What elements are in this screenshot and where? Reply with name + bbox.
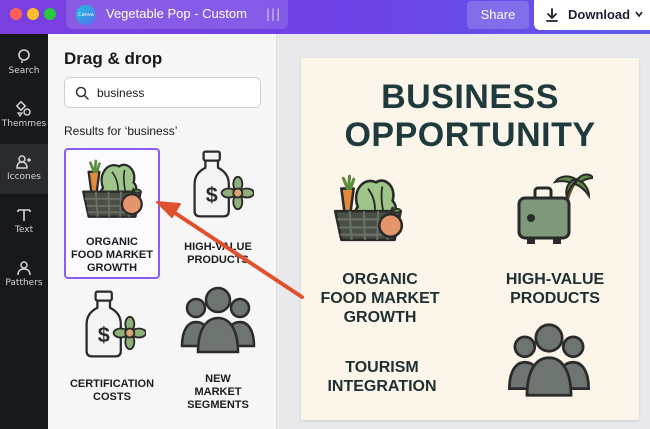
suitcase-palm-icon[interactable] [513,170,593,250]
app-logo-icon: Canva [76,5,96,25]
search-field[interactable] [64,77,261,108]
icons-icon [16,155,31,169]
card-label-line: GROWTH [86,262,138,274]
rail-label-text: Text [14,225,34,235]
rail-label-themes: Themmes [1,119,47,129]
download-button[interactable]: Download [534,0,650,30]
slide-label-line: TOURISM [345,359,419,376]
card-label-line: FOOD MARKET [71,249,153,261]
slide-label-organic[interactable]: ORGANIC FOOD MARKET GROWTH [305,270,455,327]
text-icon [17,209,31,221]
slide-label-tourism[interactable]: TOURISM INTEGRATION [315,358,449,396]
document-title[interactable]: Vegetable Pop - Custom [106,6,247,21]
card-label: NEW MARKET SEGMENTS [170,373,266,412]
rail-label-patterns: Patthers [5,278,43,288]
money-bottle-icon [74,288,146,360]
card-label-line: SEGMENTS [187,399,249,411]
slide-label-line: HIGH-VALUE [505,271,605,288]
canva-editor: Canva Vegetable Pop - Custom ||| Share D… [0,0,650,429]
rail-item-themes[interactable]: Themmes [0,91,48,141]
document-tab[interactable]: Canva Vegetable Pop - Custom ||| [66,0,288,29]
download-label: Download [568,7,631,22]
chevron-down-icon[interactable] [634,9,644,19]
slide-label-line: PRODUCTS [510,290,600,307]
results-label: Results for ‘business’ [64,124,178,138]
slide-label-line: ORGANIC [342,271,418,288]
rail-item-search[interactable]: Search [0,38,48,88]
slide-label-line: FOOD MARKET [320,290,440,307]
vegetable-basket-icon [76,152,148,224]
slide-title-line-2[interactable]: OPPORTUNITY [301,116,639,154]
share-button[interactable]: Share [467,1,529,29]
search-icon [18,49,30,63]
money-bottle-icon [182,148,254,220]
themes-icon [16,101,31,117]
rail-label-search: Search [8,66,40,76]
window-minimize-button[interactable] [27,8,39,20]
window-close-button[interactable] [10,8,22,20]
result-card-organic-food-market-growth[interactable]: ORGANIC FOOD MARKET GROWTH [64,148,160,279]
rail-label-icons: Iccones [7,172,41,182]
slide-title-line-1[interactable]: BUSINESS [301,78,639,116]
card-label-line: PRODUCTS [187,254,249,266]
card-label-line: MARKET [194,386,242,398]
result-card-certification-costs[interactable]: CERTIFICATION COSTS [64,286,160,417]
card-label: CERTIFICATION COSTS [64,378,160,404]
vegetable-basket-icon[interactable] [327,166,409,248]
grip-icon[interactable]: ||| [266,7,281,21]
card-label-line: COSTS [93,391,131,403]
result-card-high-value-products[interactable]: HIGH-VALUE PRODUCTS [170,148,266,279]
card-label-line: CERTIFICATION [69,378,155,390]
elements-drawer: Drag & drop Results for ‘business’ ORGAN… [48,34,277,429]
card-label-line: HIGH-VALUE [184,241,252,253]
drawer-title: Drag & drop [64,49,163,68]
slide-label-line: INTEGRATION [327,378,437,395]
card-label: HIGH-VALUE PRODUCTS [170,241,266,267]
window-zoom-button[interactable] [44,8,56,20]
patterns-icon [17,261,31,276]
slide-label-high-value[interactable]: HIGH-VALUE PRODUCTS [485,270,625,308]
design-page[interactable]: BUSINESS OPPORTUNITY ORGANIC FOOD MARKET… [301,58,639,420]
download-icon [546,8,558,22]
result-card-new-market-segments[interactable]: NEW MARKET SEGMENTS [170,286,266,417]
rail-item-text[interactable]: Text [0,197,48,247]
rail-item-patterns[interactable]: Patthers [0,250,48,300]
rail-item-icons[interactable]: Iccones [0,144,48,194]
card-label-line: NEW [205,373,231,385]
people-group-icon[interactable] [505,316,593,404]
card-label: ORGANIC FOOD MARKET GROWTH [66,236,158,275]
search-icon [75,86,89,100]
top-bar: Canva Vegetable Pop - Custom ||| Share D… [0,0,650,34]
slide-label-line: GROWTH [343,309,417,326]
search-input[interactable] [97,83,247,103]
side-rail: Search Themmes Iccones Text Patthers [0,34,48,429]
people-group-icon [178,280,258,360]
card-label-line: ORGANIC [86,236,138,248]
